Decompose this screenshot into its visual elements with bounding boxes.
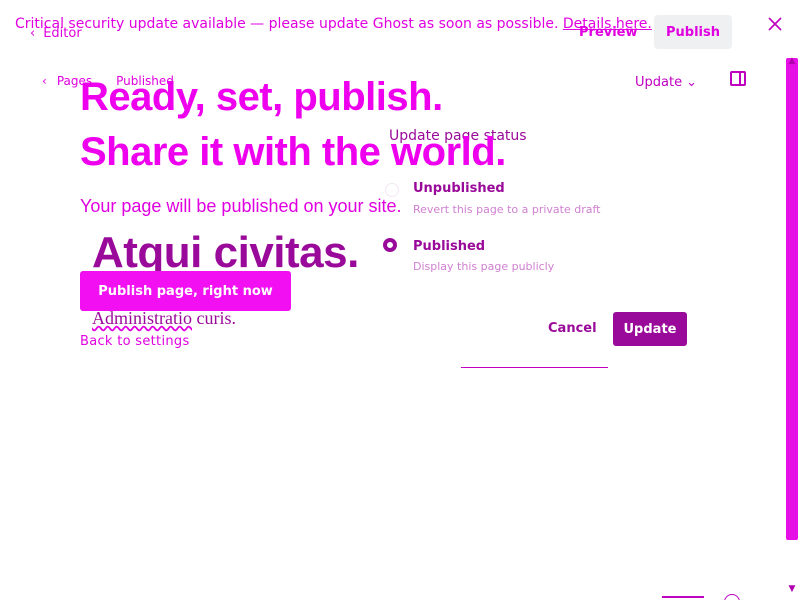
option-unpublished-title[interactable]: Unpublished	[413, 181, 505, 196]
publish-button[interactable]: Publish	[654, 15, 732, 49]
cancel-button[interactable]: Cancel	[548, 321, 597, 336]
security-banner: Critical security update available — ple…	[15, 16, 652, 32]
update-button[interactable]: Update	[613, 312, 687, 346]
option-published-title[interactable]: Published	[413, 239, 485, 254]
security-banner-text: Critical security update available — ple…	[15, 16, 559, 32]
help-icon[interactable]	[724, 594, 740, 600]
breadcrumb-status: Published	[116, 74, 174, 88]
chevron-down-icon: ⌄	[686, 75, 697, 90]
update-dropdown[interactable]: Update ⌄	[635, 75, 697, 90]
footer-fragment	[662, 596, 704, 598]
details-link[interactable]: Details here.	[563, 16, 652, 32]
breadcrumb-pages-link[interactable]: Pages	[57, 74, 92, 88]
breadcrumb: ‹ Pages Published	[42, 74, 174, 88]
divider	[461, 367, 608, 368]
document-body[interactable]: Administratio curis.	[92, 308, 236, 329]
misspelled-word: Administratio	[92, 308, 192, 328]
radio-unpublished[interactable]	[385, 183, 399, 197]
option-unpublished-description: Revert this page to a private draft	[413, 203, 601, 216]
close-icon[interactable]	[766, 15, 784, 33]
publish-now-button[interactable]: Publish page, right now	[80, 271, 291, 311]
option-published-description: Display this page publicly	[413, 260, 555, 273]
back-to-settings-link[interactable]: Back to settings	[80, 334, 190, 349]
publish-subline: Your page will be published on your site…	[80, 196, 402, 216]
update-dropdown-label: Update	[635, 75, 683, 90]
scroll-up-icon[interactable]: ▲	[786, 56, 798, 68]
chevron-left-icon: ‹	[42, 74, 47, 88]
publish-headline-line2: Share it with the world.	[80, 130, 506, 174]
radio-published[interactable]	[383, 238, 397, 252]
scroll-down-icon[interactable]: ▼	[786, 584, 798, 596]
sidebar-toggle-icon[interactable]	[730, 71, 746, 86]
document-body-rest: curis.	[192, 308, 237, 328]
scrollbar[interactable]	[786, 58, 798, 540]
